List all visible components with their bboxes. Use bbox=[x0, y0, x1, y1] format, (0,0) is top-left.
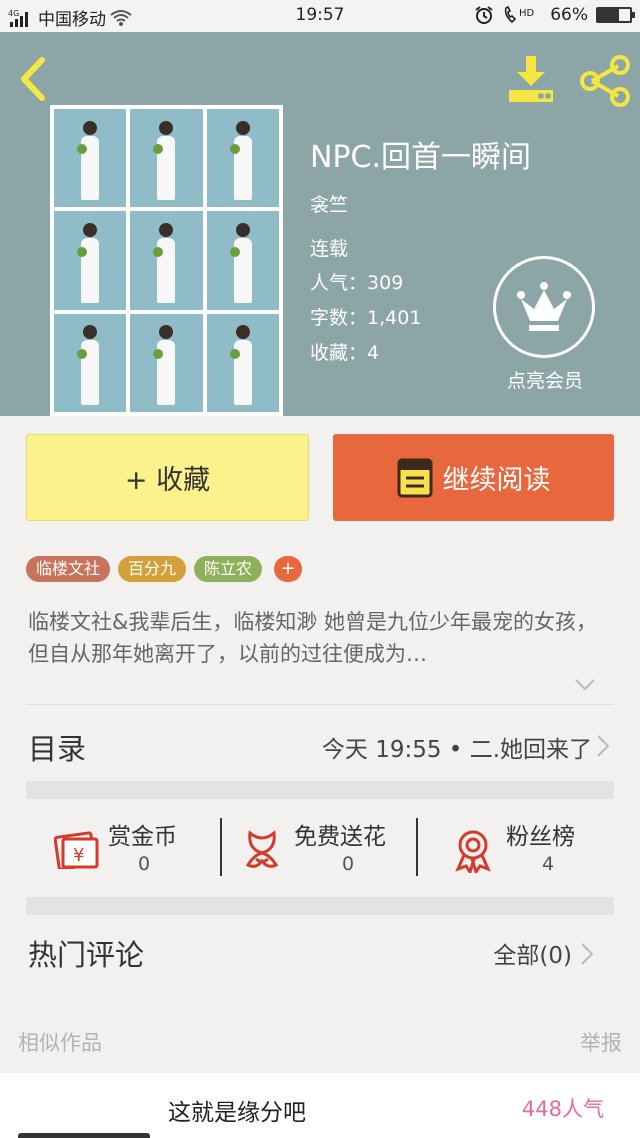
book-favorites: 收藏：4 bbox=[310, 338, 379, 365]
tag-item[interactable]: 陈立农 bbox=[194, 556, 263, 582]
hot-comments-title: 热门评论 bbox=[28, 938, 145, 972]
hd-badge: HD bbox=[519, 8, 535, 19]
cover-photo bbox=[130, 313, 203, 412]
similar-works-title: 相似作品 bbox=[18, 1031, 102, 1055]
popularity-value: 309 bbox=[367, 272, 404, 294]
fans-label: 粉丝榜 bbox=[506, 824, 575, 850]
words-value: 1,401 bbox=[367, 307, 422, 329]
reward-label: 赏金币 bbox=[108, 824, 177, 850]
chevron-right-icon[interactable] bbox=[580, 942, 594, 966]
toc-title: 目录 bbox=[28, 732, 87, 766]
cover-photo bbox=[54, 211, 127, 310]
similar-work-popularity: 448人气 bbox=[521, 1097, 604, 1121]
hot-comments-header: 热门评论 全部(0) bbox=[0, 920, 640, 990]
favorite-button[interactable]: + 收藏 bbox=[26, 434, 309, 521]
chevron-down-icon[interactable] bbox=[574, 678, 596, 692]
alarm-icon bbox=[475, 6, 493, 24]
red-envelope-icon: ¥ bbox=[54, 831, 99, 869]
download-icon[interactable] bbox=[505, 54, 557, 106]
popularity-label: 人气： bbox=[310, 272, 368, 294]
reward-value: 0 bbox=[138, 853, 151, 875]
divider bbox=[416, 818, 418, 876]
book-cover[interactable] bbox=[50, 105, 283, 416]
fans-value: 4 bbox=[542, 853, 555, 875]
similar-work-title: 这就是缘分吧 bbox=[168, 1100, 306, 1126]
svg-text:¥: ¥ bbox=[73, 845, 84, 866]
tag-item[interactable]: 百分九 bbox=[118, 556, 187, 582]
vip-label: 点亮会员 bbox=[506, 370, 583, 392]
cover-photo bbox=[130, 211, 203, 310]
chevron-right-icon bbox=[597, 735, 610, 757]
report-link[interactable]: 举报 bbox=[580, 1027, 622, 1057]
add-tag-button[interactable]: + bbox=[274, 556, 303, 582]
flower-value: 0 bbox=[342, 853, 355, 875]
book-popularity: 人气：309 bbox=[310, 268, 403, 295]
reward-coins-button[interactable]: ¥ 赏金币 0 bbox=[26, 817, 222, 877]
fans-ranking-button[interactable]: 粉丝榜 4 bbox=[418, 817, 614, 877]
back-arrow-icon[interactable] bbox=[14, 54, 54, 104]
continue-reading-label: 继续阅读 bbox=[442, 465, 551, 496]
status-bar: 4G 中国移动 19:57 HD 66% bbox=[0, 0, 640, 32]
battery-icon bbox=[596, 7, 635, 23]
section-separator bbox=[26, 781, 614, 799]
book-author[interactable]: 衾竺 bbox=[310, 190, 348, 217]
flower-icon bbox=[245, 830, 279, 868]
flower-label: 免费送花 bbox=[294, 824, 386, 850]
favorites-label: 收藏： bbox=[310, 342, 368, 364]
cover-photo bbox=[206, 313, 279, 412]
tag-list: 临楼文社 百分九 陈立农 + bbox=[26, 556, 303, 582]
cover-photo bbox=[130, 109, 203, 208]
continue-reading-button[interactable]: 继续阅读 bbox=[333, 434, 614, 521]
book-status: 连载 bbox=[310, 238, 349, 260]
book-header: NPC.回首一瞬间 衾竺 连载 人气：309 字数：1,401 收藏：4 点亮会… bbox=[0, 32, 640, 416]
cover-photo bbox=[54, 313, 127, 412]
hd-call-icon: HD bbox=[505, 5, 535, 24]
battery-percent: 66% bbox=[550, 5, 588, 25]
book-word-count: 字数：1,401 bbox=[310, 303, 421, 330]
book-description[interactable]: 临楼文社&我辈后生，临楼知渺 她曾是九位少年最宠的女孩，但自从那年她离开了，以前… bbox=[28, 606, 612, 670]
latest-chapter: 今天 19:55 • 二.她回来了 bbox=[321, 737, 592, 763]
book-title: NPC.回首一瞬间 bbox=[310, 140, 532, 175]
similar-work-cover bbox=[18, 1133, 150, 1138]
divider bbox=[220, 818, 222, 876]
crown-icon bbox=[517, 282, 571, 331]
book-icon bbox=[397, 458, 432, 497]
tag-item[interactable]: 临楼文社 bbox=[26, 556, 111, 582]
similar-work-item[interactable]: 这就是缘分吧 448人气 bbox=[0, 1073, 640, 1138]
all-comments-link[interactable]: 全部(0) bbox=[493, 936, 572, 970]
send-flower-button[interactable]: 免费送花 0 bbox=[222, 817, 418, 877]
medal-icon bbox=[455, 830, 491, 873]
vip-button[interactable] bbox=[493, 256, 595, 358]
section-separator bbox=[26, 897, 614, 915]
cover-photo bbox=[54, 109, 127, 208]
cover-photo bbox=[206, 109, 279, 208]
reader-actions: ¥ 赏金币 0 免费送花 0 粉丝榜 4 bbox=[26, 817, 614, 877]
share-icon[interactable] bbox=[578, 54, 632, 108]
cover-photo bbox=[206, 211, 279, 310]
words-label: 字数： bbox=[310, 307, 368, 329]
favorites-value: 4 bbox=[367, 342, 380, 364]
table-of-contents-row[interactable]: 目录 今天 19:55 • 二.她回来了 bbox=[0, 706, 640, 781]
divider bbox=[26, 704, 614, 705]
